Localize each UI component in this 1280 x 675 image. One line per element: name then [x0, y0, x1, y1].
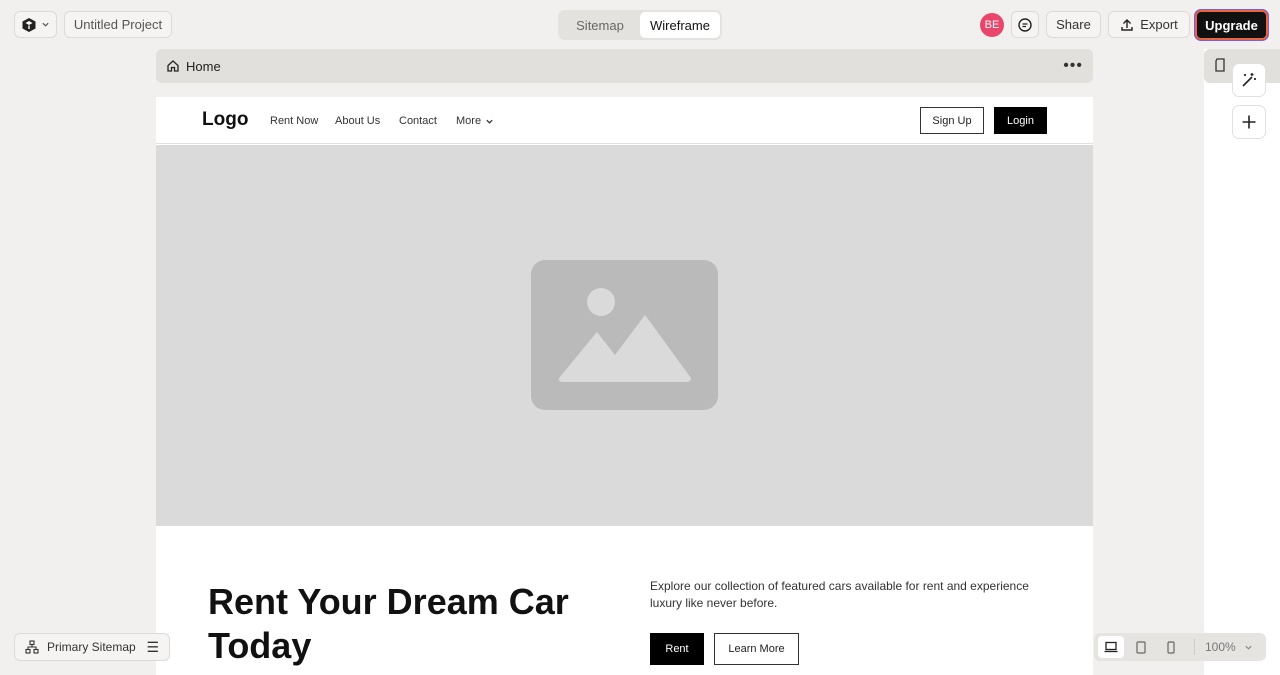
hero-image-placeholder[interactable] [156, 145, 1093, 526]
nav-link-contact[interactable]: Contact [399, 115, 437, 127]
divider [1194, 639, 1195, 655]
wireframe-navbar[interactable]: Logo Rent Now About Us Contact More Sign… [156, 97, 1093, 144]
login-button[interactable]: Login [994, 107, 1047, 134]
hero-description: Explore our collection of featured cars … [650, 579, 1029, 610]
chevron-down-icon [486, 119, 493, 124]
desktop-icon [1104, 641, 1118, 653]
hero-headline: Rent Your Dream Car Today [208, 581, 569, 666]
magic-wand-icon [1242, 73, 1256, 87]
more-options-icon[interactable]: ••• [1063, 57, 1083, 75]
view-toggle: Sitemap Wireframe [558, 10, 722, 40]
tab-sitemap[interactable]: Sitemap [560, 12, 640, 38]
add-section-button[interactable] [1232, 105, 1266, 139]
home-icon [166, 59, 180, 73]
chevron-down-icon [1245, 645, 1252, 650]
comments-button[interactable] [1011, 11, 1039, 38]
nav-link-more[interactable]: More [456, 115, 494, 127]
share-button[interactable]: Share [1046, 11, 1101, 38]
wireframe-canvas[interactable]: Logo Rent Now About Us Contact More Sign… [156, 97, 1093, 675]
mobile-icon [1167, 640, 1175, 654]
nav-link-about-us[interactable]: About Us [335, 115, 380, 127]
avatar[interactable]: BE [980, 13, 1004, 37]
upload-icon [1121, 18, 1133, 31]
sitemap-selector[interactable]: Primary Sitemap ☰ [14, 633, 170, 661]
zoom-value: 100% [1205, 640, 1236, 654]
image-icon [531, 260, 718, 410]
device-toolbar: 100% [1094, 633, 1266, 661]
nav-link-rent-now[interactable]: Rent Now [270, 115, 318, 127]
zoom-selector[interactable]: 100% [1205, 640, 1253, 654]
right-panel [1204, 49, 1280, 675]
page-icon[interactable] [1214, 58, 1226, 77]
tablet-icon [1136, 640, 1146, 654]
tablet-view-button[interactable] [1128, 636, 1154, 658]
sitemap-label: Primary Sitemap [47, 640, 136, 654]
mobile-view-button[interactable] [1158, 636, 1184, 658]
nav-more-label: More [456, 115, 482, 127]
export-label: Export [1140, 17, 1178, 32]
tab-wireframe[interactable]: Wireframe [640, 12, 720, 38]
app-logo-menu[interactable] [14, 11, 57, 38]
desktop-view-button[interactable] [1098, 636, 1124, 658]
sitemap-icon [25, 640, 39, 654]
rent-button[interactable]: Rent [650, 633, 704, 665]
export-button[interactable]: Export [1108, 11, 1190, 38]
page-title: Home [186, 58, 221, 74]
learn-more-button[interactable]: Learn More [714, 633, 799, 665]
upgrade-button[interactable]: Upgrade [1195, 10, 1268, 40]
comment-icon [1018, 17, 1032, 32]
app-logo-icon [22, 17, 36, 32]
chevron-down-icon [42, 22, 49, 27]
ai-edit-button[interactable] [1232, 63, 1266, 97]
signup-button[interactable]: Sign Up [920, 107, 984, 134]
project-title[interactable]: Untitled Project [64, 11, 172, 38]
wireframe-logo: Logo [202, 109, 249, 130]
plus-icon [1242, 115, 1256, 129]
page-bar[interactable]: Home ••• [156, 49, 1093, 83]
menu-icon: ☰ [146, 638, 159, 655]
